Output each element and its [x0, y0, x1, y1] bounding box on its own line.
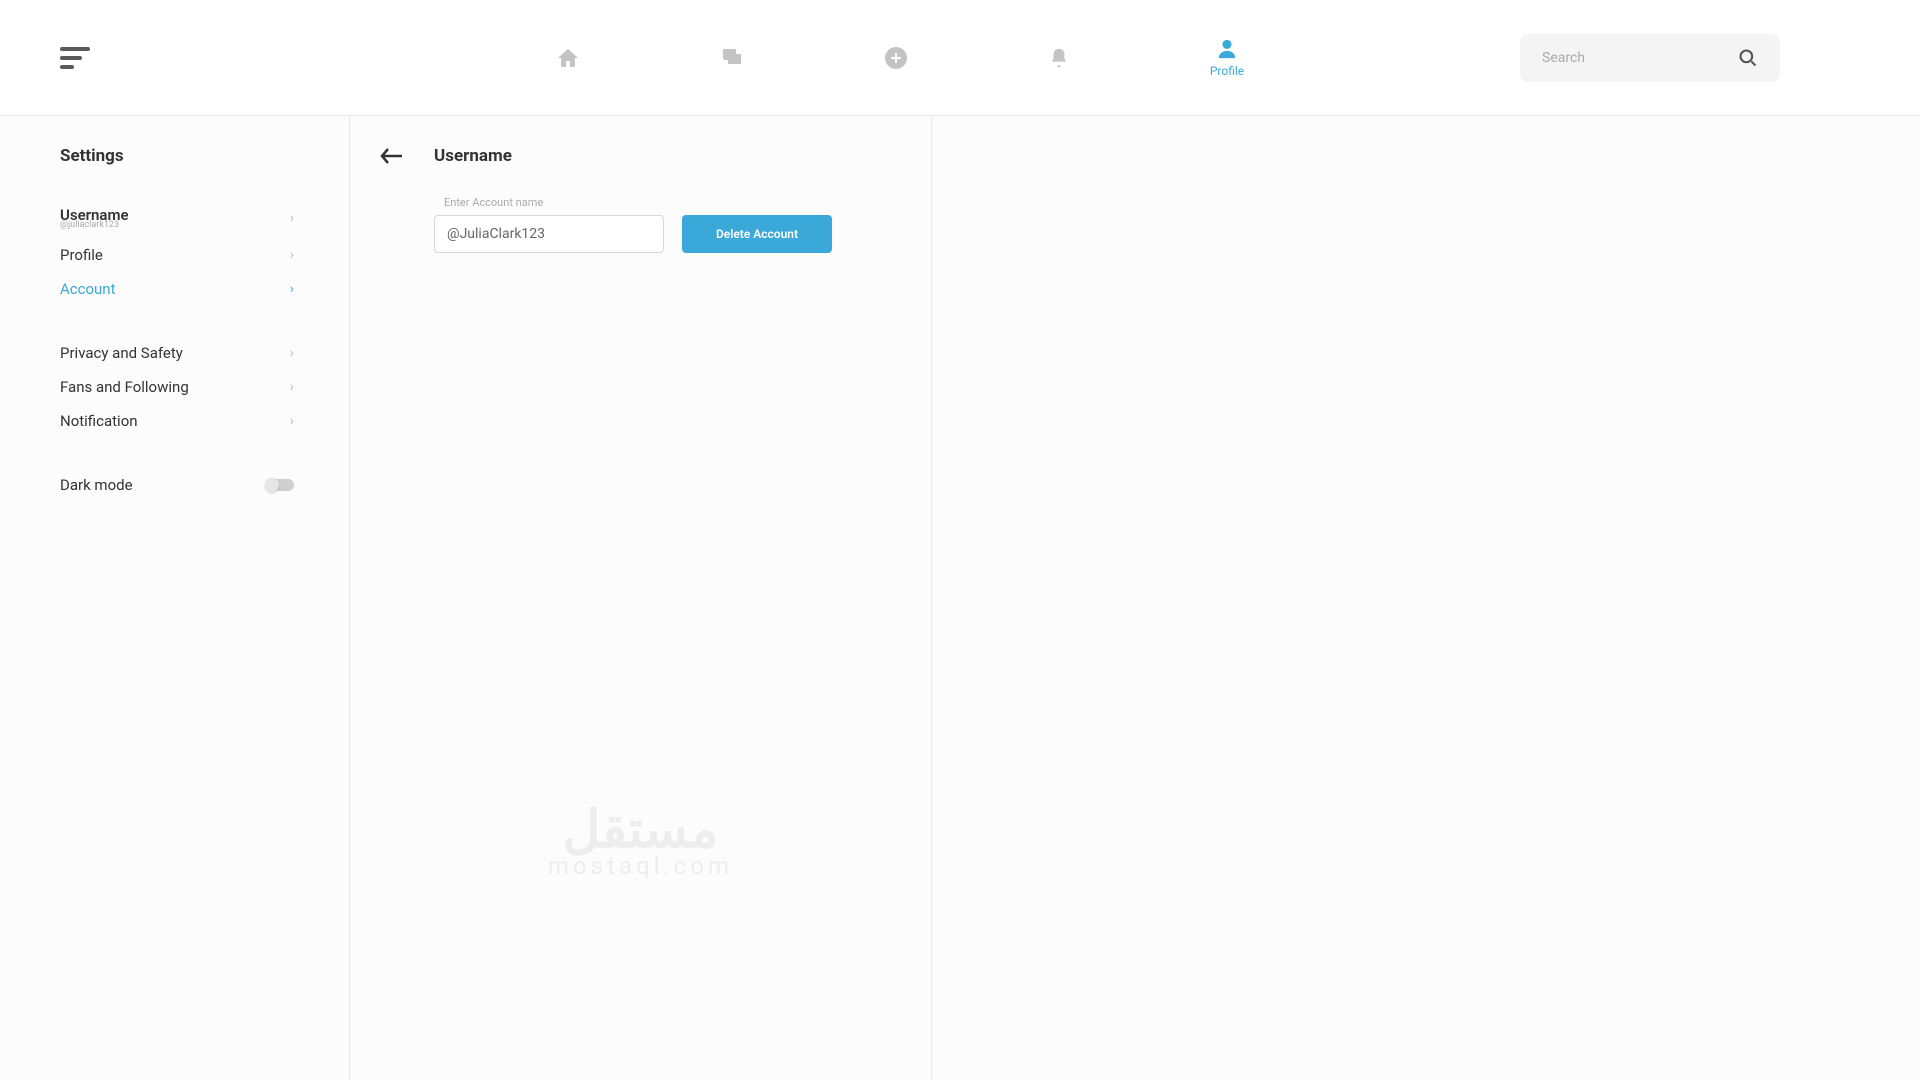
chevron-right-icon: ›: [290, 379, 294, 395]
search-bar[interactable]: [1520, 34, 1780, 82]
search-icon: [1738, 48, 1758, 68]
main-title: Username: [434, 146, 512, 166]
watermark: مستقل mostaql.com: [548, 799, 733, 880]
sidebar-title: Settings: [60, 146, 294, 166]
nav-messages[interactable]: [720, 46, 744, 70]
nav-home[interactable]: [556, 46, 580, 70]
nav-add[interactable]: [884, 46, 908, 70]
hamburger-icon: [60, 47, 100, 69]
nav-profile[interactable]: Profile: [1210, 38, 1244, 78]
sidebar-item-username[interactable]: Username @juliaclark123 ›: [60, 198, 294, 238]
bell-icon: [1048, 46, 1070, 70]
form-area: Enter Account name Delete Account: [380, 196, 901, 253]
sidebar-item-notification[interactable]: Notification ›: [60, 404, 294, 438]
watermark-url: mostaql.com: [548, 852, 733, 880]
right-panel: [932, 116, 1920, 1080]
sidebar-item-profile[interactable]: Profile ›: [60, 238, 294, 272]
body: Settings Username @juliaclark123 › Profi…: [0, 116, 1920, 1080]
sidebar-item-sub: @juliaclark123: [60, 220, 129, 230]
main-panel: Username Enter Account name Delete Accou…: [350, 116, 932, 1080]
delete-account-button[interactable]: Delete Account: [682, 215, 832, 253]
menu-button[interactable]: [60, 47, 100, 69]
chevron-right-icon: ›: [290, 210, 294, 226]
sidebar-item-fans[interactable]: Fans and Following ›: [60, 370, 294, 404]
chevron-right-icon: ›: [290, 247, 294, 263]
home-icon: [556, 46, 580, 70]
sidebar-item-privacy[interactable]: Privacy and Safety ›: [60, 336, 294, 370]
plus-circle-icon: [884, 46, 908, 70]
back-arrow-icon[interactable]: [380, 146, 404, 166]
main-header: Username: [380, 146, 901, 166]
account-name-input[interactable]: [434, 215, 664, 253]
user-icon: [1216, 38, 1238, 60]
chevron-right-icon: ›: [290, 413, 294, 429]
settings-sidebar: Settings Username @juliaclark123 › Profi…: [0, 116, 350, 1080]
sidebar-dark-mode-row: Dark mode: [60, 468, 294, 502]
header: Profile: [0, 0, 1920, 116]
field-label: Enter Account name: [444, 196, 901, 209]
sidebar-item-account[interactable]: Account ›: [60, 272, 294, 306]
dark-mode-label: Dark mode: [60, 476, 133, 494]
chevron-right-icon: ›: [290, 345, 294, 361]
chevron-right-icon: ›: [290, 281, 294, 297]
watermark-logo: مستقل: [548, 799, 733, 860]
chat-icon: [720, 46, 744, 70]
sidebar-item-label: Account: [60, 280, 116, 298]
sidebar-item-label: Profile: [60, 246, 103, 264]
toggle-knob: [265, 478, 279, 492]
sidebar-item-label: Notification: [60, 412, 138, 430]
dark-mode-toggle[interactable]: [266, 479, 294, 491]
sidebar-item-label: Fans and Following: [60, 378, 189, 396]
nav-profile-label: Profile: [1210, 64, 1244, 78]
nav-notifications[interactable]: [1048, 46, 1070, 70]
nav-center: Profile: [280, 38, 1520, 78]
sidebar-item-label: Privacy and Safety: [60, 344, 183, 362]
search-input[interactable]: [1542, 50, 1738, 66]
